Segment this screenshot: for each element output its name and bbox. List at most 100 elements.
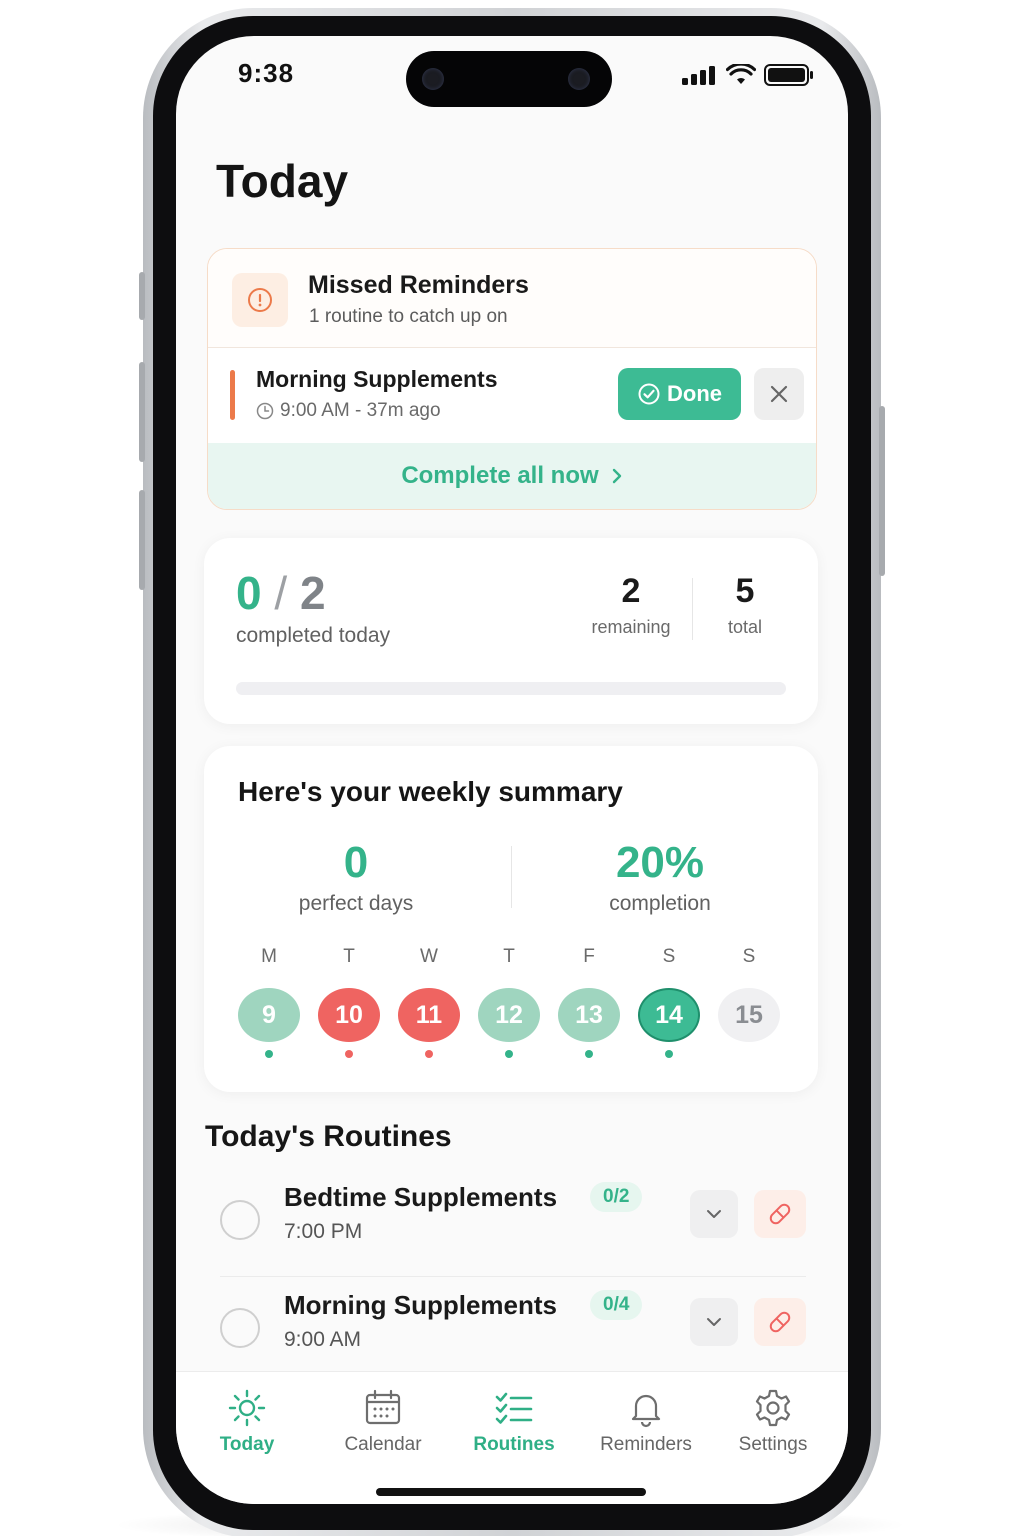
total-label: total [727, 617, 763, 637]
routine-name: Morning Supplements [284, 1290, 557, 1320]
week-day-date: 11 [398, 988, 460, 1042]
missed-routine-time: 9:00 AM - 37m ago [256, 400, 441, 422]
week-day-date: 12 [478, 988, 540, 1042]
week-day[interactable]: M9 [238, 946, 300, 1058]
sensor-icon [568, 68, 590, 90]
completed-today-label: completed today [236, 624, 391, 647]
completion-stat: 20% completion [540, 838, 780, 916]
completion-value: 20% [615, 838, 705, 887]
completed-fraction: 0 / 2 [236, 566, 326, 620]
week-day-status-dot [585, 1050, 593, 1058]
week-day[interactable]: S 14 [638, 946, 700, 1058]
routine-checkbox[interactable] [220, 1200, 260, 1240]
complete-all-button[interactable]: Complete all now [208, 443, 816, 509]
routine-checkbox[interactable] [220, 1308, 260, 1348]
routine-time: 9:00 AM [284, 1328, 362, 1351]
dynamic-island [406, 51, 612, 107]
battery-icon [764, 64, 813, 86]
week-day-letter: S [742, 946, 756, 967]
expand-button[interactable] [690, 1298, 738, 1346]
done-button-label: Done [667, 381, 722, 406]
week-day-status-dot [345, 1050, 353, 1058]
pill-icon [769, 1203, 791, 1225]
week-day-date: 10 [318, 988, 380, 1042]
app-screen: 9:38 Today Missed Reminders 1 routine to… [176, 36, 848, 1504]
total-stat: 5 total [700, 572, 790, 638]
missed-reminders-subtitle: 1 routine to catch up on [309, 306, 508, 327]
week-day[interactable]: F 13 [558, 946, 620, 1058]
week-day[interactable]: T 12 [478, 946, 540, 1058]
week-day-status-dot [425, 1050, 433, 1058]
tab-reminders[interactable]: Reminders [581, 1388, 711, 1456]
chevron-right-icon [612, 468, 621, 484]
status-icons [682, 64, 814, 86]
tab-calendar[interactable]: Calendar [318, 1388, 448, 1456]
pill-button[interactable] [754, 1190, 806, 1238]
week-day-letter: S [662, 946, 676, 967]
today-total-count: 2 [299, 567, 326, 619]
clock-icon [256, 402, 274, 420]
info-icon [232, 273, 288, 327]
camera-icon [422, 68, 444, 90]
volume-up-button [139, 362, 145, 462]
done-button[interactable]: Done [618, 368, 741, 420]
daily-progress-card: 0 / 2 completed today 2 remaining 5 tota… [204, 538, 818, 724]
tab-label: Settings [738, 1434, 808, 1455]
perfect-days-label: perfect days [298, 892, 414, 915]
sun-icon [182, 1388, 312, 1428]
tab-label: Calendar [344, 1434, 422, 1455]
signal-icon [682, 66, 715, 85]
week-day-date: 9 [238, 988, 300, 1042]
missed-routine-row: Morning Supplements 9:00 AM - 37m ago Do… [208, 348, 816, 444]
pill-icon [769, 1311, 791, 1333]
chevron-down-icon [707, 1318, 721, 1326]
week-day-letter: F [583, 946, 595, 967]
week-day-letter: M [261, 946, 277, 967]
complete-all-label: Complete all now [401, 462, 599, 489]
routine-row[interactable]: Morning Supplements 0/4 9:00 AM [204, 1276, 818, 1376]
missed-reminders-card: Missed Reminders 1 routine to catch up o… [207, 248, 817, 510]
week-day[interactable]: S 15 [718, 946, 780, 1058]
tab-bar: Today Calendar Routines Reminders Settin… [176, 1371, 848, 1504]
gear-icon [708, 1388, 838, 1428]
week-day[interactable]: T 10 [318, 946, 380, 1058]
week-day-letter: T [503, 946, 515, 967]
tab-settings[interactable]: Settings [708, 1388, 838, 1456]
tab-label: Today [219, 1434, 275, 1455]
routine-progress-badge: 0/2 [590, 1182, 643, 1212]
week-day-date: 14 [638, 988, 700, 1042]
tab-today[interactable]: Today [182, 1388, 312, 1456]
completed-count: 0 [236, 567, 262, 619]
routines-section-title: Today's Routines [205, 1120, 452, 1153]
week-day-date: 15 [718, 988, 780, 1042]
tab-label: Routines [473, 1434, 555, 1455]
missed-routine-name: Morning Supplements [256, 366, 498, 392]
tab-label: Reminders [600, 1434, 692, 1455]
dismiss-button[interactable] [754, 368, 804, 420]
missed-reminders-header: Missed Reminders 1 routine to catch up o… [208, 249, 816, 348]
routine-progress-badge: 0/4 [590, 1290, 643, 1320]
checklist-icon [449, 1388, 579, 1428]
weekly-summary-card: Here's your weekly summary 0 perfect day… [204, 746, 818, 1092]
missed-routine-time-text: 9:00 AM - 37m ago [280, 400, 441, 421]
week-day[interactable]: W 11 [398, 946, 460, 1058]
expand-button[interactable] [690, 1190, 738, 1238]
week-day-status-dot [745, 1050, 753, 1058]
fraction-separator: / [274, 567, 288, 619]
perfect-days-stat: 0 perfect days [236, 838, 476, 916]
pill-button[interactable] [754, 1298, 806, 1346]
week-day-letter: W [420, 946, 438, 967]
home-indicator[interactable] [376, 1488, 646, 1496]
routine-name: Bedtime Supplements [284, 1182, 558, 1212]
remaining-value: 2 [621, 572, 641, 610]
remaining-label: remaining [591, 617, 671, 637]
weekly-summary-title: Here's your weekly summary [238, 776, 623, 807]
week-day-status-dot [265, 1050, 273, 1058]
routine-row[interactable]: Bedtime Supplements 0/2 7:00 PM [204, 1168, 818, 1268]
weekly-stat-divider [511, 846, 512, 908]
tab-routines[interactable]: Routines [449, 1388, 579, 1456]
check-circle-icon [638, 383, 660, 405]
wifi-icon [726, 64, 756, 84]
mute-switch [139, 272, 145, 320]
close-icon [770, 385, 788, 403]
